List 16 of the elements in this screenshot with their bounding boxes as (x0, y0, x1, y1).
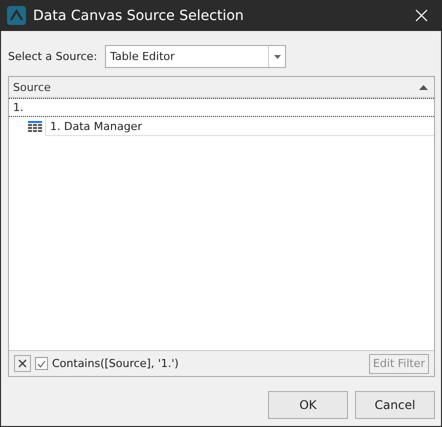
app-logo-icon (7, 6, 26, 25)
table-cell[interactable]: 1. Data Manager (45, 117, 434, 136)
close-icon (18, 359, 27, 368)
close-icon (414, 9, 428, 22)
caret-icon (274, 54, 281, 58)
column-header[interactable]: Source (9, 77, 434, 98)
clear-filter-button[interactable] (14, 355, 31, 372)
dialog-button[interactable]: OK (268, 391, 348, 419)
filter-field[interactable]: 1. (9, 98, 434, 117)
table-icon (28, 121, 42, 132)
filter-checkbox[interactable] (35, 357, 48, 370)
window-title: Data Canvas Source Selection (33, 8, 245, 24)
source-label: Select a Source: (8, 50, 98, 63)
filter-expression: Contains([Source], '1.') (52, 357, 180, 370)
dialog-button[interactable]: Cancel (355, 391, 435, 419)
source-dropdown[interactable]: Table Editor (105, 45, 286, 68)
